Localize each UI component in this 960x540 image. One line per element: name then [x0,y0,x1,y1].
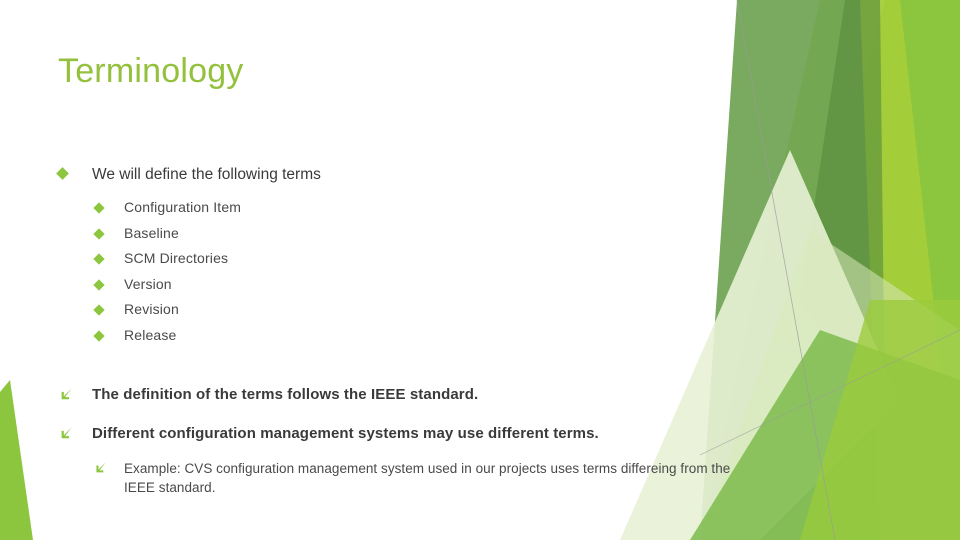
diamond-bullet-icon [56,167,69,180]
list-item: Release [56,323,736,349]
diamond-bullet-icon [93,227,105,240]
arrow-down-left-icon [96,462,106,473]
diamond-bullet-icon [93,202,105,214]
list-item-label: Version [124,275,172,292]
note-text: The definition of the terms follows the … [92,386,479,403]
note-item: The definition of the terms follows the … [56,384,736,406]
example-item: Example: CVS configuration management sy… [56,459,736,497]
diamond-bullet-icon [93,329,105,342]
arrow-down-left-icon [61,427,72,439]
diamond-bullet-icon [93,278,105,291]
slide-canvas: Terminology We will define the following… [0,0,960,540]
list-item: SCM Directories [56,246,736,272]
slide-content: Terminology We will define the following… [0,0,960,540]
list-item: Version [56,272,736,298]
list-item-label: Configuration Item [124,199,242,215]
diamond-bullet-icon [93,253,105,265]
list-item-label: Baseline [124,224,179,241]
list-item-label: Revision [124,301,179,317]
arrow-down-left-icon [61,388,72,400]
list-item: Revision [56,297,736,323]
note-item: Different configuration management syste… [56,423,736,445]
list-item: Baseline [56,221,736,247]
list-item-label: Release [124,326,177,343]
list-item-label: SCM Directories [124,250,229,266]
terms-list: Configuration Item Baseline SCM Director… [56,195,736,348]
example-text: Example: CVS configuration management sy… [124,461,731,495]
note-text: Different configuration management syste… [92,425,599,442]
body-content: We will define the following terms Confi… [56,163,736,497]
list-item: Configuration Item [56,195,736,221]
page-title: Terminology [58,52,244,90]
diamond-bullet-icon [93,304,105,316]
intro-bullet: We will define the following terms [56,163,736,186]
intro-bullet-text: We will define the following terms [92,166,321,183]
